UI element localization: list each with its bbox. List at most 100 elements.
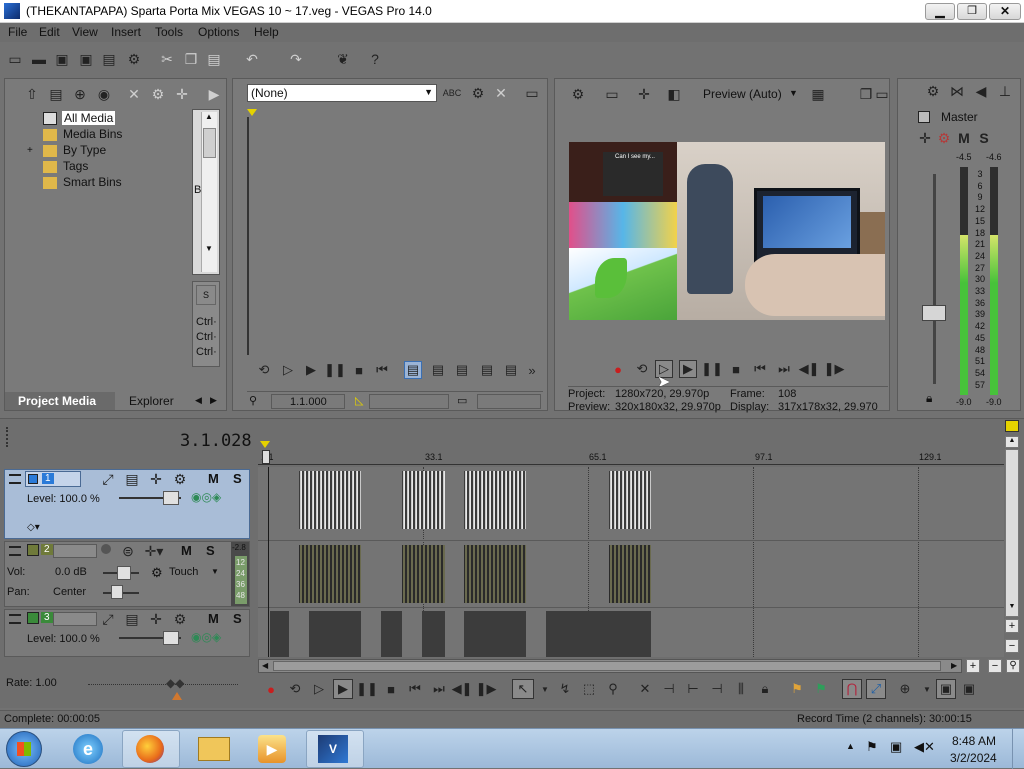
video-clip[interactable] (609, 471, 651, 529)
show-desktop-button[interactable] (1012, 729, 1024, 769)
trimmer-dropdown[interactable]: (None) ▼ (247, 84, 437, 102)
internet-explorer-icon[interactable]: e (73, 734, 103, 764)
envelope-tool-icon[interactable]: ↯ (556, 680, 574, 698)
zoom-out-horizontal-icon[interactable]: − (988, 659, 1002, 673)
track-1-mute-button[interactable]: M (208, 471, 219, 486)
zoom-out-vertical-icon[interactable]: − (1005, 639, 1019, 653)
chevron-down-icon[interactable]: ▼ (918, 680, 936, 698)
tray-expand-icon[interactable]: ▲ (846, 741, 855, 751)
go-to-start-icon[interactable]: ⏮ (406, 680, 424, 698)
lock-envelopes-icon[interactable]: ▣ (936, 679, 956, 699)
insert-icon[interactable]: ▤ (429, 361, 447, 379)
track-fx-chain-icon[interactable]: ⚙ (171, 610, 189, 628)
import-media-icon[interactable]: ⇧ (23, 85, 41, 103)
video-clip[interactable] (299, 471, 361, 529)
track-3-solo-button[interactable]: S (233, 611, 242, 626)
record-icon[interactable]: ● (609, 360, 627, 378)
track-compositing-icon[interactable]: ✛ (147, 610, 165, 628)
insert-marker-icon[interactable]: ⚑ (788, 680, 806, 698)
track-1-solo-button[interactable]: S (233, 471, 242, 486)
audio-clip[interactable] (609, 545, 651, 603)
scroll-thumb[interactable] (203, 128, 216, 158)
more-icon[interactable]: » (523, 361, 541, 379)
play-icon[interactable]: ▶ (333, 679, 353, 699)
insert-region-icon[interactable]: ⚑ (812, 680, 830, 698)
track-motion-icon[interactable]: ⤢ (99, 470, 117, 488)
rate-handle[interactable]: ◆◆ (166, 676, 184, 690)
enable-snapping-icon[interactable]: ❦ (334, 50, 352, 68)
scroll-down-icon[interactable]: ▼ (205, 244, 213, 253)
snapping-icon[interactable]: ⋂ (842, 679, 862, 699)
maximize-button[interactable]: ❐ (957, 3, 987, 20)
zoom-in-vertical-icon[interactable]: + (1005, 619, 1019, 633)
track-motion-icon[interactable]: ⤢ (99, 610, 117, 628)
next-frame-icon[interactable]: ❚▶ (824, 360, 845, 378)
loop-icon[interactable]: ⟲ (633, 360, 651, 378)
properties-icon[interactable]: ⚙ (125, 50, 143, 68)
solid-clip[interactable] (381, 611, 402, 657)
mute-speaker-icon[interactable]: ◀ (972, 82, 990, 100)
master-routing-icon[interactable]: ✛ (916, 129, 934, 147)
track-compositing-icon[interactable]: ✛ (147, 470, 165, 488)
tab-project-media[interactable]: Project Media (5, 392, 115, 410)
delete-icon[interactable]: ✕ (636, 680, 654, 698)
stop-icon[interactable]: ■ (382, 680, 400, 698)
track-2-mode[interactable]: Touch (169, 566, 198, 578)
timeline-hscroll[interactable]: ◀ ▶ (258, 659, 962, 673)
track-1-level-handle[interactable] (163, 491, 179, 505)
track-2-header[interactable]: 2 ⊜ ✛▾ M S Vol: 0.0 dB ⚙ Touch ▼ Pan: Ce… (4, 541, 250, 607)
trim-start-icon[interactable]: ⊢ (684, 680, 702, 698)
capture-icon[interactable]: ▤ (47, 85, 65, 103)
clock-date[interactable]: 3/2/2024 (950, 751, 997, 765)
master-mute-button[interactable]: M (955, 129, 973, 147)
preview-settings-icon[interactable]: ⚙ (569, 85, 587, 103)
split-icon[interactable]: ⫼ (732, 680, 750, 698)
track-3-blend-icons[interactable]: ◉◎◈ (191, 630, 221, 644)
master-solo-button[interactable]: S (975, 129, 993, 147)
trim-icon[interactable]: ⊣ (660, 680, 678, 698)
go-to-end-icon[interactable]: ⏭ (775, 360, 793, 378)
open-icon[interactable]: ▬ (30, 50, 48, 68)
save-snapshot-icon[interactable]: ▭ (873, 85, 891, 103)
master-fader-handle[interactable] (922, 305, 946, 321)
track-2-mute-button[interactable]: M (181, 543, 192, 558)
abc-icon[interactable]: ABC (443, 84, 462, 102)
auto-crossfade-icon[interactable]: ⤢ (866, 679, 886, 699)
pause-icon[interactable]: ❚❚ (701, 360, 723, 378)
track-invert-phase-icon[interactable]: ⊜ (119, 542, 137, 560)
audio-clip[interactable] (464, 545, 526, 603)
downmix-icon[interactable]: ⋈ (948, 82, 966, 100)
track-1-header[interactable]: 1 ⤢ ▤ ✛ ⚙ M S Level: 100.0 % ◉◎◈ ◇▾ (4, 469, 250, 539)
track-collapse-icon[interactable] (9, 614, 21, 624)
hscroll-thumb[interactable] (273, 661, 941, 671)
play-from-start-icon[interactable]: ▷ (310, 680, 328, 698)
lock-icon[interactable]: 🔒︎ (926, 391, 932, 406)
video-clip[interactable] (464, 471, 526, 529)
play-icon[interactable]: ▶ (679, 360, 697, 378)
record-icon[interactable]: ● (262, 680, 280, 698)
loop-icon[interactable]: ⟲ (286, 680, 304, 698)
track-2-vol-handle[interactable] (117, 566, 131, 580)
save-icon[interactable]: ▣ (53, 50, 71, 68)
menu-view[interactable]: View (72, 25, 98, 39)
timeline-scroll-up-icon[interactable] (1005, 420, 1019, 432)
new-project-icon[interactable]: ▭ (6, 50, 24, 68)
track-2-pan-handle[interactable] (111, 585, 123, 599)
track-2-solo-button[interactable]: S (206, 543, 215, 558)
track-fx-chain-icon[interactable]: ⚙ (171, 470, 189, 488)
tab-scroll-right-icon[interactable]: ▶ (210, 395, 217, 406)
volume-muted-icon[interactable]: ◀✕ (914, 739, 935, 755)
menu-insert[interactable]: Insert (111, 25, 141, 39)
play-icon[interactable]: ▶ (302, 361, 320, 379)
loop-region-marker-icon[interactable] (260, 441, 270, 448)
pause-icon[interactable]: ❚❚ (356, 680, 378, 698)
tab-scroll-left-icon[interactable]: ◀ (195, 395, 202, 406)
add-to-timeline-icon[interactable]: ▤ (404, 361, 422, 379)
ripple-edit-icon[interactable]: ⊕ (896, 680, 914, 698)
action-center-flag-icon[interactable]: ⚑ (866, 739, 878, 755)
selection-tool-icon[interactable]: ⬚ (580, 680, 598, 698)
media-generators-icon[interactable]: ✛ (173, 85, 191, 103)
get-media-icon[interactable]: ⊕ (71, 85, 89, 103)
preview-quality-dropdown[interactable]: Preview (Auto) ▼ (701, 87, 801, 103)
media-fx-icon[interactable]: ⚙ (149, 85, 167, 103)
